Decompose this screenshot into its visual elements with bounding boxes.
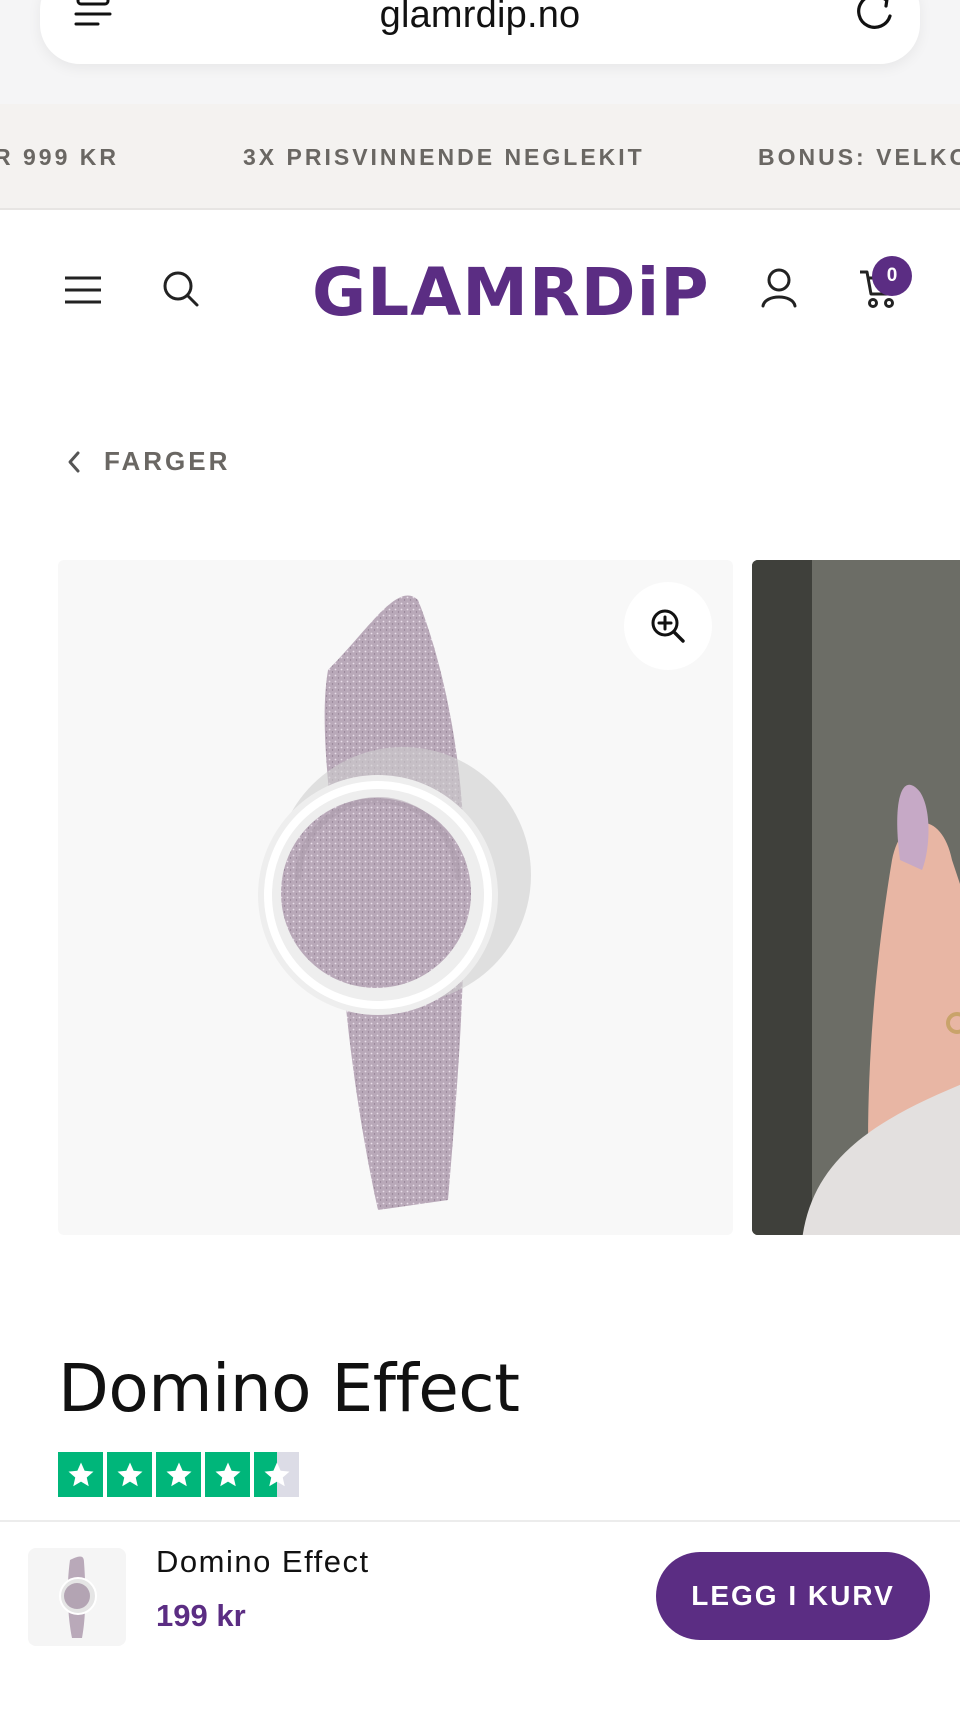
zoom-in-icon <box>651 609 685 643</box>
brand-logo[interactable]: GLAMRDiP <box>312 254 710 331</box>
cart-count-badge: 0 <box>872 256 912 296</box>
browser-chrome: glamrdip.no <box>0 0 960 104</box>
product-image-main[interactable] <box>58 560 733 1235</box>
address-bar[interactable]: glamrdip.no <box>40 0 920 64</box>
sticky-product-name: Domino Effect <box>156 1544 370 1579</box>
chevron-left-icon <box>68 451 80 472</box>
nail-hand-image <box>752 560 960 1235</box>
reload-icon[interactable] <box>856 0 896 32</box>
announcement-item: 3X PRISVINNENDE NEGLEKIT <box>243 144 645 170</box>
star-icon <box>205 1452 250 1497</box>
breadcrumb[interactable]: FARGER <box>66 446 230 477</box>
star-icon <box>107 1452 152 1497</box>
sticky-add-to-cart-bar: Domino Effect 199 kr LEGG I KURV <box>0 1520 960 1709</box>
add-to-cart-button[interactable]: LEGG I KURV <box>656 1552 930 1640</box>
sticky-product-price: 199 kr <box>156 1598 246 1633</box>
trustpilot-rating[interactable] <box>58 1452 299 1497</box>
glitter-powder-jar-image <box>258 595 531 1210</box>
url-text[interactable]: glamrdip.no <box>40 0 920 37</box>
breadcrumb-label: FARGER <box>104 446 231 476</box>
announcement-item: R 999 KR <box>0 144 119 170</box>
search-icon[interactable] <box>162 270 200 308</box>
account-icon[interactable] <box>760 268 798 308</box>
zoom-button[interactable] <box>624 582 712 670</box>
star-icon <box>156 1452 201 1497</box>
product-image-secondary[interactable] <box>752 560 960 1235</box>
product-thumbnail <box>28 1548 126 1646</box>
star-icon <box>58 1452 103 1497</box>
announcement-item: BONUS: VELKO <box>758 144 960 170</box>
product-title: Domino Effect <box>58 1350 520 1427</box>
half-star-icon <box>254 1452 299 1497</box>
hamburger-menu-icon[interactable] <box>63 274 103 306</box>
page-content: GLAMRDiP 0 FARGER Domino Effect <box>0 210 960 1520</box>
announcement-bar: R 999 KR 3X PRISVINNENDE NEGLEKIT BONUS:… <box>0 104 960 210</box>
product-thumbnail-image <box>59 1556 97 1638</box>
